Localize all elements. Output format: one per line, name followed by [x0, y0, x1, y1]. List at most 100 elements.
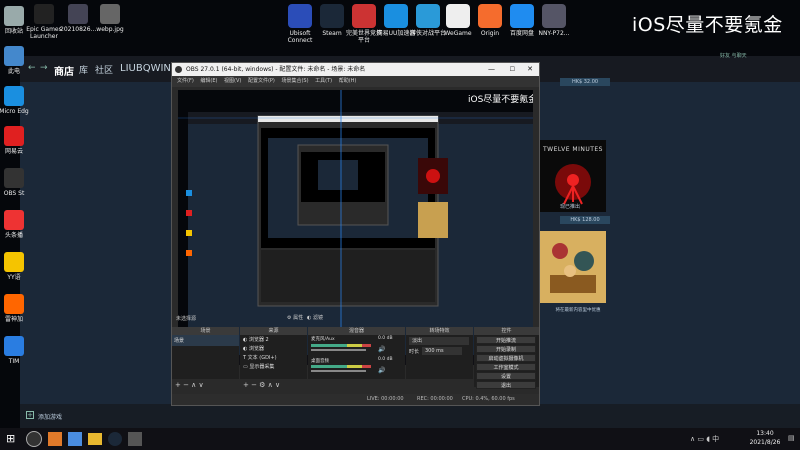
- clock-date: 2021/8/26: [749, 439, 781, 446]
- scene-item[interactable]: 场景: [172, 335, 239, 346]
- menu-edit[interactable]: 编辑(E): [200, 78, 217, 84]
- source-toolbar-icons[interactable]: + − ⚙ ∧ ∨: [243, 381, 280, 389]
- steam-nav-community[interactable]: 社区: [95, 63, 113, 76]
- app-icon: [4, 86, 24, 106]
- app-icon: [100, 4, 120, 24]
- desktop-icon[interactable]: webp.jpg: [92, 4, 128, 33]
- menu-profile[interactable]: 配置文件(P): [248, 78, 275, 84]
- mixer-desktop-slider[interactable]: [311, 370, 366, 372]
- desktop-icon[interactable]: 网易云: [0, 126, 32, 155]
- menu-view[interactable]: 视图(V): [224, 78, 241, 84]
- steam-game-price: HK$ 128.00: [560, 216, 610, 224]
- settings-button[interactable]: 设置: [476, 372, 536, 380]
- menu-tools[interactable]: 工具(T): [315, 78, 332, 84]
- speaker-icon[interactable]: 🔊: [378, 367, 385, 374]
- desktop-icon-label: YY语: [7, 274, 21, 281]
- mixer-mic-meter: [311, 344, 371, 347]
- desktop-icon[interactable]: 此电: [0, 46, 32, 75]
- filters-button[interactable]: ◐ 滤镜: [307, 314, 323, 321]
- sources-dock-header: 来源: [240, 327, 307, 335]
- app-icon: [4, 6, 24, 26]
- mixer-mic-slider[interactable]: [311, 349, 366, 351]
- start-streaming-button[interactable]: 开始推流: [476, 336, 536, 344]
- desktop-icon[interactable]: 头条播: [0, 210, 32, 239]
- app-taskbar-icon[interactable]: [128, 432, 142, 446]
- exit-button[interactable]: 退出: [476, 381, 536, 389]
- scenes-dock-header: 场景: [172, 327, 239, 335]
- steam-friends[interactable]: 好友 与聊天: [720, 52, 747, 59]
- app-icon: [34, 4, 54, 24]
- maximize-icon[interactable]: ☐: [510, 63, 515, 76]
- app-taskbar-icon[interactable]: [68, 432, 82, 446]
- no-source-label: 未选择源: [176, 316, 197, 322]
- mixer-panel: 麦克风/Aux 0.0 dB 🔊 桌面音频 0.0 dB 🔊: [308, 335, 405, 379]
- app-taskbar-icon[interactable]: [48, 432, 62, 446]
- steam-game-label: 现已推出: [560, 204, 581, 210]
- windows-start-icon[interactable]: ⊞: [6, 433, 15, 444]
- scene-toolbar-icons[interactable]: + − ∧ ∨: [175, 381, 204, 389]
- desktop-icon[interactable]: TIM: [0, 336, 32, 365]
- speaker-icon[interactable]: 🔊: [378, 346, 385, 353]
- obs-taskbar-icon[interactable]: [26, 431, 42, 447]
- app-icon: [4, 210, 24, 230]
- add-icon[interactable]: +: [26, 411, 34, 419]
- menu-file[interactable]: 文件(F): [177, 78, 194, 84]
- steam-nav-library[interactable]: 库: [79, 63, 88, 76]
- menu-scene-collection[interactable]: 场景集合(S): [281, 78, 308, 84]
- folder-icon[interactable]: [88, 433, 102, 445]
- obs-preview[interactable]: iOS尽量不要氪金: [178, 90, 537, 365]
- app-icon: [478, 4, 502, 28]
- steam-nav-user[interactable]: LIUBQWIN: [120, 63, 171, 74]
- mixer-mic-db: 0.0 dB: [378, 336, 393, 341]
- close-icon[interactable]: ✕: [527, 63, 533, 76]
- forward-arrow-icon[interactable]: →: [40, 63, 48, 73]
- steam-game-card-2[interactable]: [540, 231, 606, 303]
- app-icon: [542, 4, 566, 28]
- steam-price-top: HK$ 32.00: [560, 78, 610, 86]
- obs-status-bar: LIVE: 00:00:00 REC: 00:00:00 CPU: 0.4%, …: [172, 394, 539, 405]
- mixer-desktop-meter: [311, 365, 371, 368]
- steam-taskbar-icon[interactable]: [108, 432, 122, 446]
- transition-select[interactable]: 淡出: [409, 337, 469, 345]
- properties-button[interactable]: ⚙ 属性: [287, 314, 303, 321]
- app-icon: [4, 336, 24, 356]
- obs-title-bar: OBS 27.0.1 (64-bit, windows) - 配置文件: 未命名…: [172, 63, 539, 76]
- desktop-icon[interactable]: NNY-P72...: [534, 4, 574, 37]
- desktop-icon[interactable]: YY语: [0, 252, 32, 281]
- virtual-camera-button[interactable]: 启动虚拟摄像机: [476, 354, 536, 362]
- desktop-icon[interactable]: OBS St: [0, 168, 32, 197]
- source-item[interactable]: ▭ 显示器采集: [240, 362, 307, 371]
- source-item[interactable]: ◐ 浏览器 2: [240, 335, 307, 344]
- duration-input[interactable]: 300 ms: [422, 347, 462, 355]
- app-icon: [416, 4, 440, 28]
- mixer-desktop-db: 0.0 dB: [378, 357, 393, 362]
- tray-icons[interactable]: ∧ ▭ ◖ 中: [690, 434, 719, 444]
- start-recording-button[interactable]: 开始录制: [476, 345, 536, 353]
- app-icon: [320, 4, 344, 28]
- desktop-icon-label: NNY-P72...: [538, 30, 570, 37]
- app-icon: [4, 46, 24, 66]
- steam-game-card[interactable]: TWELVE MINUTES: [540, 140, 606, 212]
- studio-mode-button[interactable]: 工作室模式: [476, 363, 536, 371]
- menu-help[interactable]: 帮助(H): [339, 78, 357, 84]
- desktop-icon[interactable]: 雷神加: [0, 294, 32, 323]
- minimize-icon[interactable]: —: [488, 63, 495, 76]
- steam-nav-store[interactable]: 商店: [54, 63, 74, 78]
- desktop-icon[interactable]: Micro Edg: [0, 86, 32, 115]
- svg-text:iOS尽量不要氪金: iOS尽量不要氪金: [468, 93, 533, 105]
- transitions-panel: 淡出 时长 300 ms: [406, 335, 473, 379]
- steam-game-label-2: 将在最新内容里中优惠: [555, 308, 601, 313]
- scenes-list: 场景: [172, 335, 239, 379]
- steam-add-game[interactable]: 添加游戏: [38, 412, 62, 421]
- desktop-icon-label: 此电: [7, 68, 20, 75]
- app-icon: [68, 4, 88, 24]
- desktop-icon[interactable]: Epic Games Launcher: [26, 4, 62, 40]
- obs-menu-bar: 文件(F) 编辑(E) 视图(V) 配置文件(P) 场景集合(S) 工具(T) …: [172, 76, 539, 87]
- desktop-icon-label: 头条播: [4, 232, 23, 239]
- obs-window: OBS 27.0.1 (64-bit, windows) - 配置文件: 未命名…: [171, 62, 540, 406]
- notification-icon[interactable]: ▤: [788, 434, 795, 442]
- desktop-icon[interactable]: 20210826...: [60, 4, 96, 33]
- status-live: LIVE: 00:00:00: [367, 396, 404, 402]
- source-item[interactable]: ◐ 浏览器: [240, 344, 307, 353]
- source-item[interactable]: T 文本 (GDI+): [240, 353, 307, 362]
